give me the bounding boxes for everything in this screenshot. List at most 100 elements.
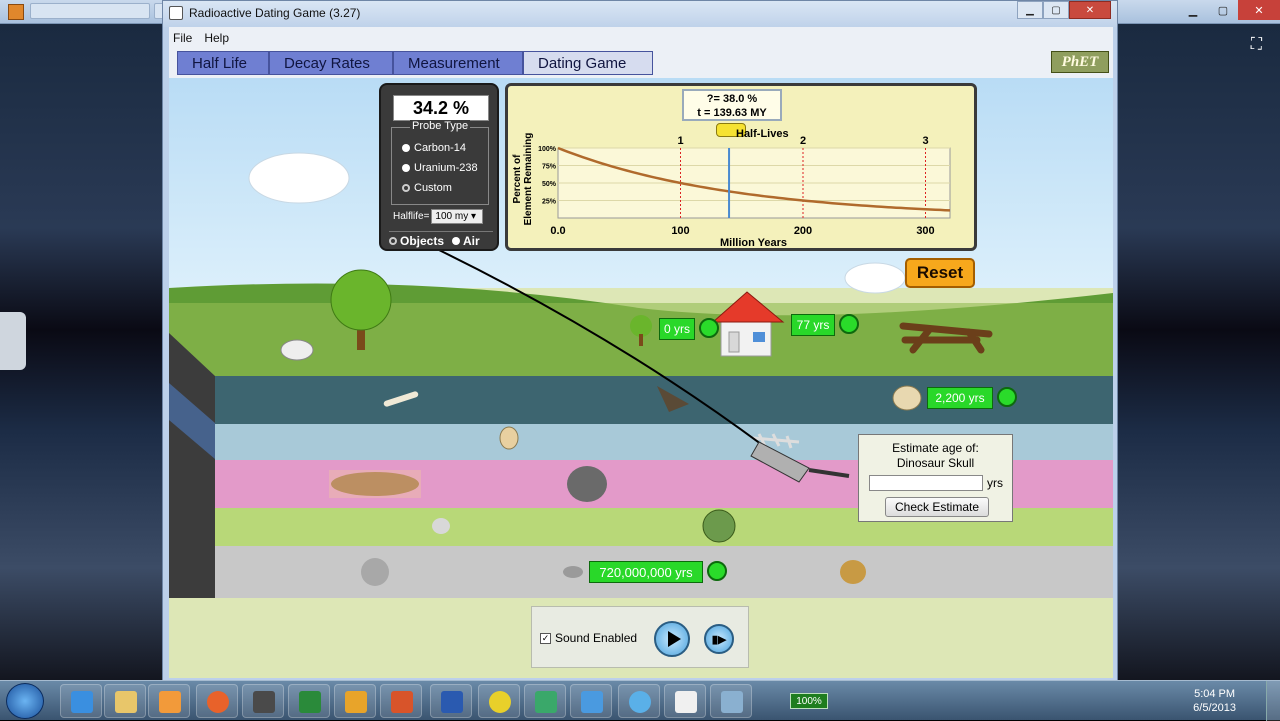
firefox-taskbar-icon[interactable] xyxy=(196,684,238,718)
app-taskbar-icon[interactable] xyxy=(570,684,612,718)
window-close-button[interactable]: ✕ xyxy=(1069,1,1111,19)
maximize-icon[interactable]: ▢ xyxy=(1208,0,1238,20)
app-content: File Help Half Life Decay Rates Measurem… xyxy=(169,27,1113,678)
target-air[interactable]: Air xyxy=(452,234,480,248)
clock-time: 5:04 PM xyxy=(1194,688,1236,700)
ie-taskbar-icon[interactable] xyxy=(60,684,102,718)
small-tree-crown xyxy=(630,315,652,337)
age-label-house: 77 yrs xyxy=(791,314,835,336)
clock[interactable]: 5:04 PM 6/5/2013 xyxy=(1193,687,1236,715)
explorer-taskbar-icon[interactable] xyxy=(104,684,146,718)
boulder xyxy=(567,466,607,502)
side-panel-handle[interactable] xyxy=(0,312,26,370)
check-estimate-button[interactable]: Check Estimate xyxy=(885,497,989,517)
half-life-mark: 1 xyxy=(677,135,683,147)
pebble xyxy=(432,518,450,534)
sound-toggle[interactable]: ✓ Sound Enabled xyxy=(540,631,637,645)
y-tick-label: 100% xyxy=(538,146,557,153)
x-tick-label: 0.0 xyxy=(550,225,565,237)
play-icon xyxy=(667,631,681,647)
word-taskbar-icon[interactable] xyxy=(430,684,472,718)
browser-tab[interactable] xyxy=(30,3,150,19)
reset-button[interactable]: Reset xyxy=(905,258,975,288)
target-objects[interactable]: Objects xyxy=(389,234,444,248)
x-tick-label: 200 xyxy=(794,225,812,237)
halflife-label: Halflife= xyxy=(393,211,430,222)
radio-selected-icon xyxy=(389,236,397,245)
menu-bar: File Help xyxy=(169,27,1113,47)
fish-fossil-bg xyxy=(329,470,421,498)
itunes-taskbar-icon[interactable] xyxy=(618,684,660,718)
minimize-icon[interactable]: ▁ xyxy=(1178,0,1208,20)
animal-skull xyxy=(280,339,314,361)
phet-logo[interactable]: PhET xyxy=(1051,51,1109,73)
halflife-row: Halflife= 100 my ▾ xyxy=(393,209,484,224)
ammonite xyxy=(702,509,736,543)
window-maximize-button[interactable]: ▢ xyxy=(1043,1,1069,19)
estimate-input[interactable] xyxy=(869,475,983,491)
y-axis-label: Percent of Element Remaining xyxy=(512,124,534,234)
probe-option-uranium-238[interactable]: Uranium-238 xyxy=(402,162,478,174)
y-axis-label-line2: Element Remaining xyxy=(523,132,534,226)
cloud-right xyxy=(844,262,906,294)
rock-left xyxy=(361,558,389,586)
close-icon[interactable]: ✕ xyxy=(1238,0,1280,20)
tab-decay-rates[interactable]: Decay Rates xyxy=(269,51,393,75)
start-button[interactable] xyxy=(6,683,44,719)
outlook-taskbar-icon[interactable] xyxy=(334,684,376,718)
clock-date: 6/5/2013 xyxy=(1193,702,1236,714)
rock-mid xyxy=(563,566,583,578)
taskbar: 100% 5:04 PM 6/5/2013 xyxy=(0,680,1280,721)
cloud-left xyxy=(248,152,350,204)
powerpoint-taskbar-icon[interactable] xyxy=(380,684,422,718)
app-taskbar-icon[interactable] xyxy=(242,684,284,718)
excel-taskbar-icon[interactable] xyxy=(288,684,330,718)
x-tick-label: 100 xyxy=(671,225,689,237)
tab-half-life[interactable]: Half Life xyxy=(177,51,269,75)
probe-option-carbon-14[interactable]: Carbon-14 xyxy=(402,142,466,154)
window-title: Radioactive Dating Game (3.27) xyxy=(189,6,361,20)
probe-readout: ?= 38.0 % t = 139.63 MY xyxy=(682,89,782,121)
probe-reading: 34.2 % xyxy=(393,95,489,121)
media-player-taskbar-icon[interactable] xyxy=(148,684,190,718)
tab-dating-game[interactable]: Dating Game xyxy=(523,51,653,75)
half-life-mark: 2 xyxy=(800,135,806,147)
readout-time: t = 139.63 MY xyxy=(697,107,767,119)
menu-file[interactable]: File xyxy=(173,31,192,47)
window-titlebar: Radioactive Dating Game (3.27) ▁ ▢ ✕ xyxy=(163,1,1117,27)
app-taskbar-icon[interactable] xyxy=(524,684,566,718)
step-button[interactable]: ▮▶ xyxy=(704,624,734,654)
checkbox-checked-icon[interactable]: ✓ xyxy=(540,632,551,644)
clock-controls: ✓ Sound Enabled ▮▶ xyxy=(531,606,749,668)
probe-option-custom[interactable]: Custom xyxy=(402,182,452,194)
probe-type-group: Probe Type Carbon-14 Uranium-238 Custom xyxy=(391,120,489,205)
module-tabs: Half Life Decay Rates Measurement Dating… xyxy=(169,49,1113,77)
x-axis-label: Million Years xyxy=(720,237,788,249)
halflife-select[interactable]: 100 my ▾ xyxy=(431,209,484,224)
chrome-taskbar-icon[interactable] xyxy=(478,684,520,718)
window-minimize-button[interactable]: ▁ xyxy=(1017,1,1043,19)
battery-indicator[interactable]: 100% xyxy=(790,693,828,709)
play-button[interactable] xyxy=(654,621,690,657)
probe-control-panel: 34.2 % Probe Type Carbon-14 Uranium-238 … xyxy=(379,83,499,251)
human-skull xyxy=(892,385,922,411)
java-taskbar-icon[interactable] xyxy=(664,684,706,718)
probe-type-title: Probe Type xyxy=(410,120,471,132)
menu-help[interactable]: Help xyxy=(204,31,229,47)
show-desktop-button[interactable] xyxy=(1266,681,1280,721)
fullscreen-icon[interactable]: ⛶ xyxy=(1251,36,1262,54)
y-axis-label-line1: Percent of xyxy=(512,154,523,204)
target-toggle: Objects Air xyxy=(389,231,493,249)
radio-icon xyxy=(402,144,410,152)
step-icon: ▮▶ xyxy=(711,633,727,646)
radio-icon xyxy=(402,164,410,172)
readout-percent: ?= 38.0 % xyxy=(706,93,758,105)
decay-graph-panel: 0.0 100 200 300 100% 75% 50% 25% 1 2 3 ?= 38.0 %… xyxy=(505,83,977,251)
target-objects-label: Objects xyxy=(400,233,445,248)
estimate-units: yrs xyxy=(987,476,1003,490)
age-label-rock: 720,000,000 yrs xyxy=(589,561,703,583)
app-taskbar-icon[interactable] xyxy=(710,684,752,718)
estimate-target: Dinosaur Skull xyxy=(896,456,975,470)
tab-measurement[interactable]: Measurement xyxy=(393,51,523,75)
half-life-mark: 3 xyxy=(922,135,928,147)
